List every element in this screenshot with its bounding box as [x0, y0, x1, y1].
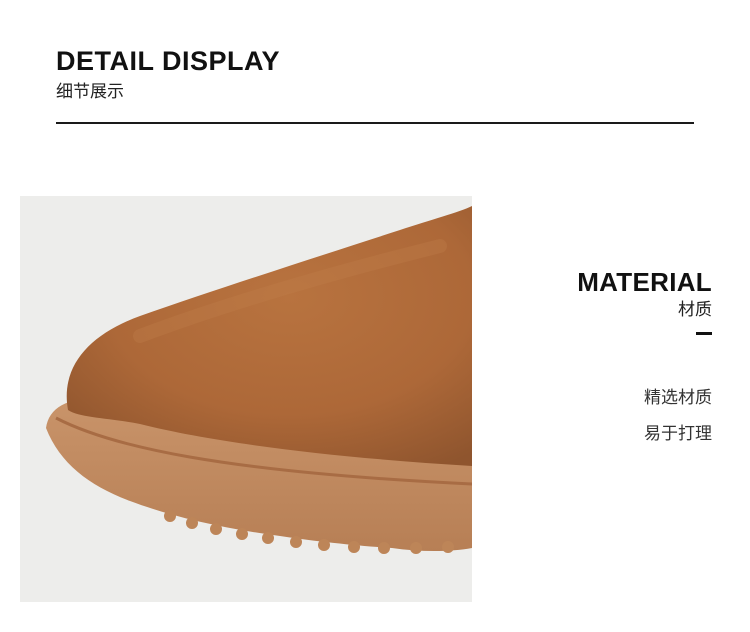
section-title: DETAIL DISPLAY	[56, 46, 281, 76]
material-panel: MATERIAL 材质 精选材质 易于打理	[452, 266, 712, 452]
section-subtitle: 细节展示	[56, 82, 124, 102]
material-title: MATERIAL	[577, 267, 712, 297]
material-line: 精选材质	[644, 388, 712, 408]
product-detail-image	[20, 196, 472, 602]
section-header: DETAIL DISPLAY 细节展示	[56, 44, 696, 104]
material-description: 精选材质 易于打理	[452, 380, 712, 452]
header-divider	[56, 122, 694, 124]
material-line: 易于打理	[644, 424, 712, 444]
material-dash	[696, 332, 712, 335]
boot-toe-illustration	[20, 196, 472, 602]
material-subtitle: 材质	[678, 300, 712, 320]
